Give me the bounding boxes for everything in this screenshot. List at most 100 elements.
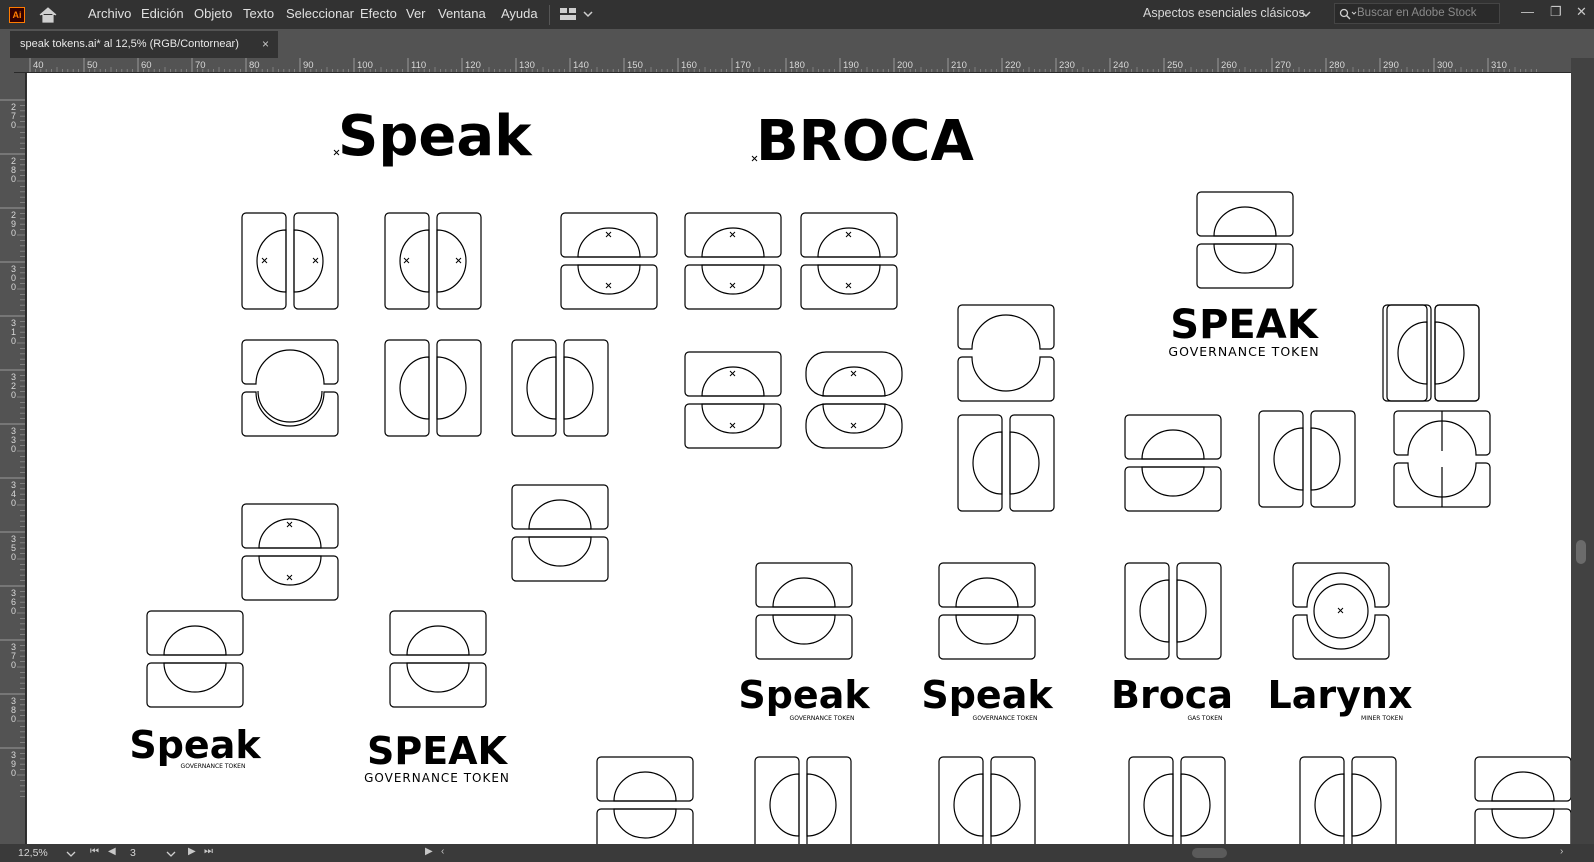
token-horizontal-pair	[511, 484, 609, 582]
zoom-dropdown-icon[interactable]	[66, 850, 76, 858]
token-vertical-pair	[1299, 756, 1397, 844]
token-vertical-pair	[957, 414, 1055, 512]
artwork: Speak BROCA SPEAK GOVERNANCE TOKEN Speak…	[129, 104, 1571, 844]
ruler-corner	[0, 58, 14, 73]
ruler-label: 50	[87, 60, 98, 71]
ruler-label: 160	[681, 60, 697, 71]
menu-objeto[interactable]: Objeto	[194, 6, 232, 21]
ruler-label: 150	[627, 60, 643, 71]
ruler-label: 330	[11, 426, 16, 454]
ruler-label: 120	[465, 60, 481, 71]
artboard-number[interactable]: 3	[130, 847, 136, 859]
menu-archivo[interactable]: Archivo	[88, 6, 131, 21]
vertical-scrollbar[interactable]	[1571, 58, 1594, 844]
speak-logo-1: Speak	[738, 673, 870, 717]
ruler-label: 210	[951, 60, 967, 71]
token-circle-pair	[957, 304, 1055, 402]
token-vertical-pair	[511, 339, 609, 437]
broca-title: BROCA	[756, 109, 975, 174]
ruler-label: 230	[1059, 60, 1075, 71]
ruler-label: 40	[33, 60, 44, 71]
ruler-label: 60	[141, 60, 152, 71]
stock-search-input[interactable]: Buscar en Adobe Stock	[1334, 3, 1500, 24]
larynx-logo: Larynx	[1268, 673, 1413, 717]
zoom-level[interactable]: 12,5%	[18, 847, 48, 859]
ruler-label: 380	[11, 696, 16, 724]
token-horizontal-pair	[938, 562, 1036, 660]
previous-artboard-icon[interactable]: ◀	[108, 846, 116, 857]
artboard-dropdown-icon[interactable]	[166, 850, 176, 858]
menu-seleccionar[interactable]: Seleccionar	[286, 6, 354, 21]
arrange-documents-icon[interactable]	[560, 7, 594, 21]
ruler-label: 80	[249, 60, 260, 71]
menu-separator	[549, 5, 550, 25]
ruler-label: 310	[1491, 60, 1507, 71]
ruler-label: 190	[843, 60, 859, 71]
token-rounded-pair	[805, 351, 903, 449]
token-horizontal-pair	[755, 562, 853, 660]
token-horizontal-pair	[1124, 414, 1222, 512]
token-vertical-pair	[241, 212, 339, 310]
menu-ayuda[interactable]: Ayuda	[501, 6, 538, 21]
ruler-label: 270	[11, 102, 16, 130]
ruler-label: 220	[1005, 60, 1021, 71]
menu-efecto[interactable]: Efecto	[360, 6, 397, 21]
token-horizontal-pair	[560, 212, 658, 310]
token-vertical-double	[1382, 304, 1480, 402]
ruler-label: 370	[11, 642, 16, 670]
ruler-label: 310	[11, 318, 16, 346]
ruler-label: 390	[11, 750, 16, 778]
token-horizontal-pair	[241, 503, 339, 601]
token-vertical-pair	[384, 339, 482, 437]
token-vertical-pair	[1128, 756, 1226, 844]
ruler-label: 250	[1167, 60, 1183, 71]
menu-ver[interactable]: Ver	[406, 6, 426, 21]
status-menu-icon[interactable]: ▶	[425, 846, 433, 857]
menu-ventana[interactable]: Ventana	[438, 6, 486, 21]
ruler-label: 140	[573, 60, 589, 71]
restore-button[interactable]: ❐	[1550, 4, 1562, 20]
ruler-label: 260	[1221, 60, 1237, 71]
document-tab[interactable]: speak tokens.ai* al 12,5% (RGB/Contornea…	[10, 31, 278, 58]
gov-label-2: GOVERNANCE TOKEN	[973, 715, 1038, 722]
first-artboard-icon[interactable]: ⏮	[90, 846, 99, 857]
horizontal-scrollbar[interactable]	[440, 845, 1570, 861]
next-artboard-icon[interactable]: ▶	[188, 846, 196, 857]
horizontal-ruler[interactable]: 40 50 60 70 80 90 100 110 120 130 140 150 160 170 180 1…	[14, 58, 1571, 73]
search-icon	[1339, 8, 1357, 20]
token-vertical-pair	[938, 756, 1036, 844]
token-horizontal-pair	[684, 212, 782, 310]
chevron-down-icon[interactable]	[1301, 10, 1311, 18]
menu-texto[interactable]: Texto	[243, 6, 274, 21]
speak-title: Speak	[338, 104, 533, 169]
last-artboard-icon[interactable]: ⏭	[204, 846, 213, 857]
scroll-left-icon[interactable]: ‹	[441, 846, 444, 857]
token-vertical-pair	[1124, 562, 1222, 660]
vertical-scroll-thumb[interactable]	[1576, 540, 1586, 564]
close-tab-icon[interactable]: ×	[262, 31, 269, 58]
workspace-switcher[interactable]: Aspectos esenciales clásicos	[1143, 6, 1305, 20]
ruler-label: 110	[411, 60, 426, 71]
token-horizontal-pair	[389, 610, 487, 708]
ruler-label: 280	[1329, 60, 1345, 71]
broca-logo: Broca	[1111, 673, 1233, 717]
home-icon[interactable]	[38, 6, 58, 24]
horizontal-scroll-thumb[interactable]	[1192, 848, 1227, 858]
vertical-ruler[interactable]: 2 7 0 2 8 0 2 9 0 3 0 0 3 1 0 3 2 0 3 3 0 3 4 0 3 5 0 3 6 0 3 7 0 3 8 0 3 9 0	[0, 73, 26, 844]
artboard-canvas[interactable]: Speak BROCA SPEAK GOVERNANCE TOKEN Speak…	[27, 73, 1571, 844]
close-window-button[interactable]: ✕	[1576, 4, 1587, 20]
scroll-right-icon[interactable]: ›	[1560, 846, 1563, 857]
ruler-label: 180	[789, 60, 805, 71]
ruler-label: 320	[11, 372, 16, 400]
ruler-label: 200	[897, 60, 913, 71]
menu-edicion[interactable]: Edición	[141, 6, 184, 21]
speak-caps-logo: SPEAK	[1170, 302, 1319, 348]
token-horizontal-pair	[684, 351, 782, 449]
gas-token-label: GAS TOKEN	[1187, 715, 1222, 722]
app-logo: Ai	[9, 7, 25, 23]
ruler-label: 100	[357, 60, 373, 71]
minimize-button[interactable]: —	[1521, 4, 1534, 19]
ruler-label: 90	[303, 60, 314, 71]
speak-logo-2: Speak	[921, 673, 1053, 717]
token-vertical-pair	[754, 756, 852, 844]
